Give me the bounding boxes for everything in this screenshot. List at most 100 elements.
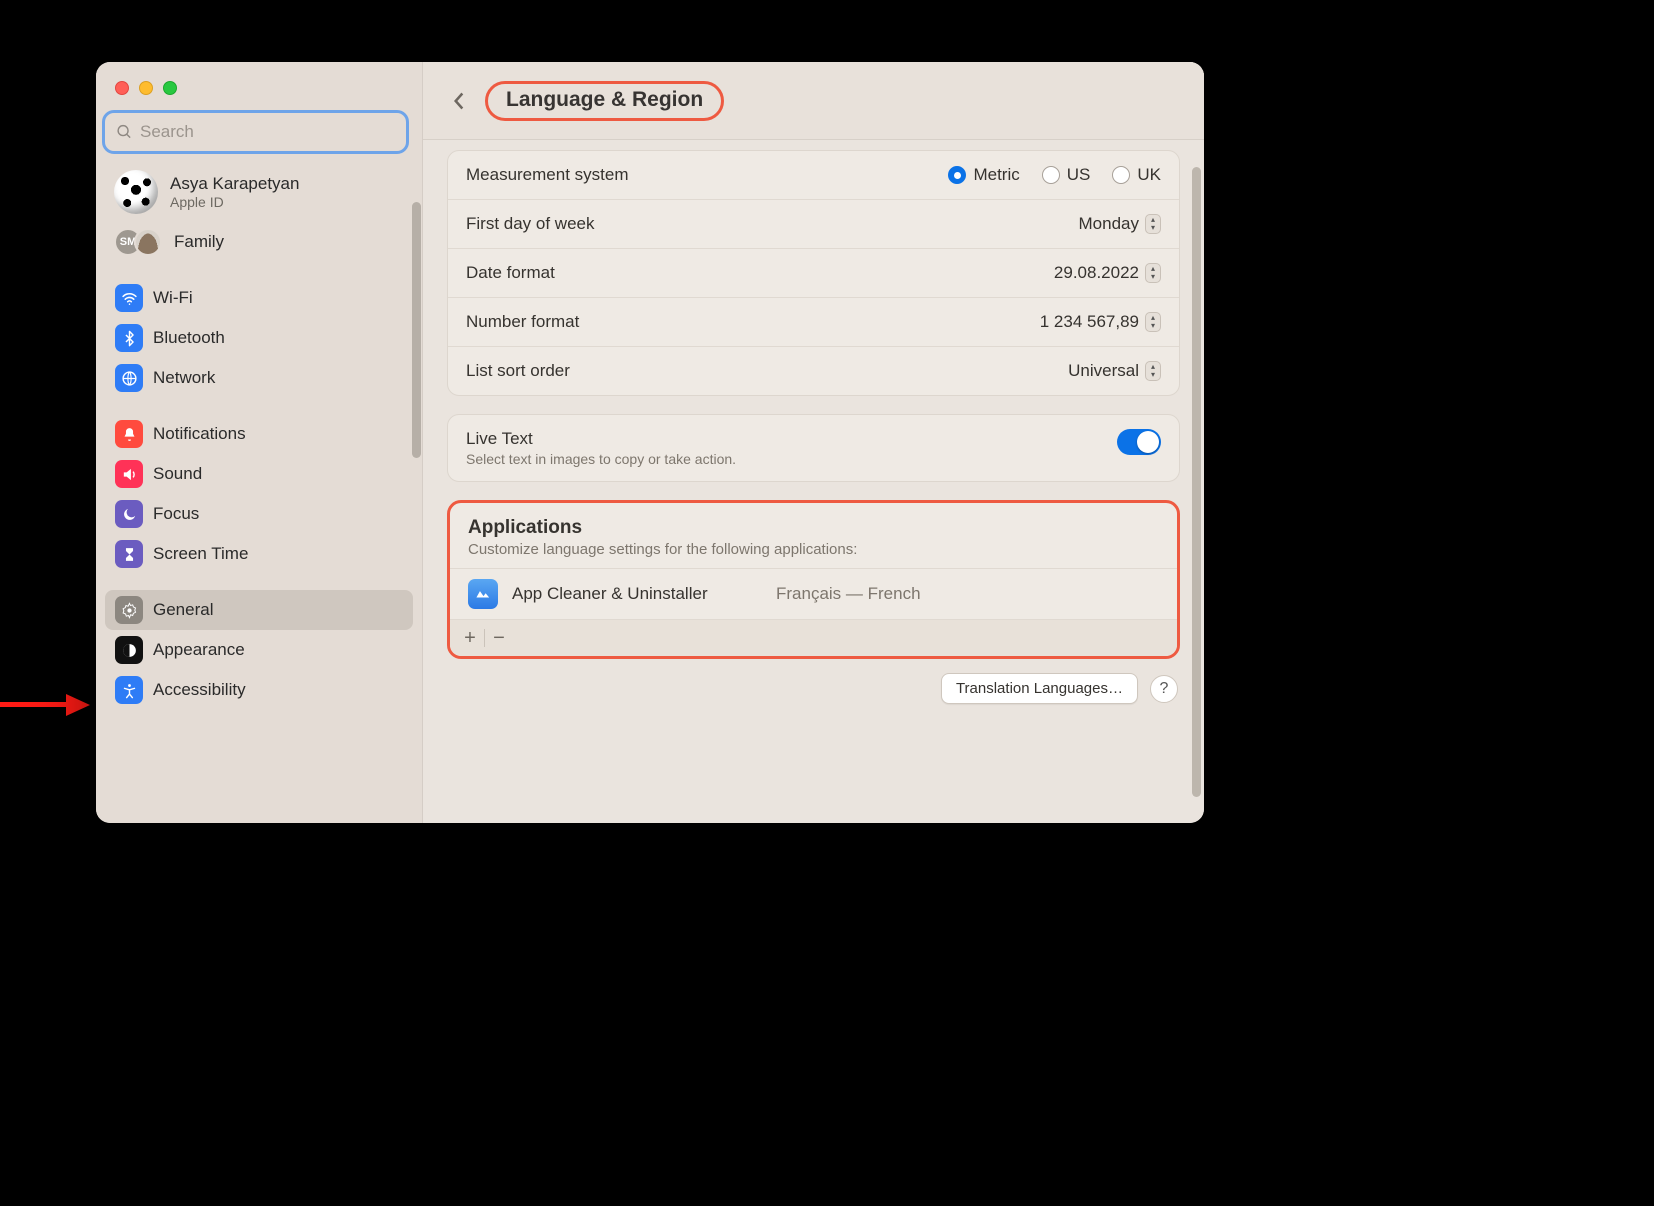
stepper-icon: ▴▾ <box>1145 263 1161 283</box>
radio-icon <box>1112 166 1130 184</box>
sidebar-item-label: Screen Time <box>153 544 248 564</box>
sidebar-account[interactable]: Asya Karapetyan Apple ID <box>96 162 422 222</box>
translation-languages-button[interactable]: Translation Languages… <box>941 673 1138 704</box>
app-icon <box>468 579 498 609</box>
radio-label: UK <box>1137 165 1161 185</box>
number-format-select[interactable]: 1 234 567,89 ▴▾ <box>1040 312 1161 332</box>
sidebar-item-general[interactable]: General <box>105 590 413 630</box>
speaker-icon <box>115 460 143 488</box>
bell-icon <box>115 420 143 448</box>
sidebar-family[interactable]: SM Family <box>96 222 422 268</box>
back-button[interactable] <box>443 85 475 117</box>
account-name: Asya Karapetyan <box>170 174 299 194</box>
sidebar-item-notifications[interactable]: Notifications <box>105 414 413 454</box>
window-traffic-lights <box>96 62 422 95</box>
sidebar-item-label: Focus <box>153 504 199 524</box>
settings-panel-formats: Measurement system Metric US UK <box>447 150 1180 396</box>
application-row[interactable]: App Cleaner & Uninstaller Français — Fre… <box>450 568 1177 619</box>
select-value: 29.08.2022 <box>1054 263 1139 283</box>
content: Measurement system Metric US UK <box>423 140 1204 823</box>
annotation-arrow <box>0 694 92 714</box>
row-label: Number format <box>466 312 1040 332</box>
sidebar-item-label: Notifications <box>153 424 246 444</box>
applications-toolbar: + − <box>450 619 1177 656</box>
footer: Translation Languages… ? <box>447 673 1180 704</box>
row-label: Live Text <box>466 429 1117 449</box>
row-label: First day of week <box>466 214 1079 234</box>
select-value: Universal <box>1068 361 1139 381</box>
sidebar-item-accessibility[interactable]: Accessibility <box>105 670 413 710</box>
sidebar-item-label: Network <box>153 368 215 388</box>
search-field-wrap <box>106 114 405 150</box>
applications-title: Applications <box>468 517 1159 539</box>
live-text-toggle[interactable] <box>1117 429 1161 455</box>
row-label: Date format <box>466 263 1054 283</box>
chevron-left-icon <box>452 91 466 111</box>
family-avatars: SM <box>114 228 162 256</box>
list-sort-select[interactable]: Universal ▴▾ <box>1068 361 1161 381</box>
row-label: Measurement system <box>466 165 948 185</box>
sidebar-item-wifi[interactable]: Wi-Fi <box>105 278 413 318</box>
sidebar-item-network[interactable]: Network <box>105 358 413 398</box>
help-button[interactable]: ? <box>1150 675 1178 703</box>
row-number-format: Number format 1 234 567,89 ▴▾ <box>448 298 1179 347</box>
hourglass-icon <box>115 540 143 568</box>
search-input[interactable] <box>106 114 405 150</box>
app-language: Français — French <box>776 584 921 604</box>
minimize-icon[interactable] <box>139 81 153 95</box>
sidebar: Asya Karapetyan Apple ID SM Family Wi-Fi… <box>96 62 423 823</box>
stepper-icon: ▴▾ <box>1145 214 1161 234</box>
family-badge-photo <box>134 228 162 256</box>
stepper-icon: ▴▾ <box>1145 312 1161 332</box>
close-icon[interactable] <box>115 81 129 95</box>
radio-us[interactable]: US <box>1042 165 1091 185</box>
title-highlight: Language & Region <box>485 81 724 121</box>
select-value: Monday <box>1079 214 1139 234</box>
stepper-icon: ▴▾ <box>1145 361 1161 381</box>
row-date-format: Date format 29.08.2022 ▴▾ <box>448 249 1179 298</box>
sidebar-list: Wi-Fi Bluetooth Network Notifications <box>96 268 422 714</box>
app-name: App Cleaner & Uninstaller <box>512 584 762 604</box>
wifi-icon <box>115 284 143 312</box>
radio-icon <box>1042 166 1060 184</box>
globe-icon <box>115 364 143 392</box>
main-scrollbar[interactable] <box>1192 142 1201 817</box>
sidebar-item-focus[interactable]: Focus <box>105 494 413 534</box>
date-format-select[interactable]: 29.08.2022 ▴▾ <box>1054 263 1161 283</box>
row-label: List sort order <box>466 361 1068 381</box>
radio-icon <box>948 166 966 184</box>
radio-label: US <box>1067 165 1091 185</box>
settings-window: Asya Karapetyan Apple ID SM Family Wi-Fi… <box>96 62 1204 823</box>
page-title: Language & Region <box>506 88 703 112</box>
gear-icon <box>115 596 143 624</box>
bluetooth-icon <box>115 324 143 352</box>
radio-uk[interactable]: UK <box>1112 165 1161 185</box>
sidebar-item-label: Appearance <box>153 640 245 660</box>
family-label: Family <box>174 232 224 252</box>
measurement-radios: Metric US UK <box>948 165 1161 185</box>
sidebar-item-label: Wi-Fi <box>153 288 193 308</box>
sidebar-item-screentime[interactable]: Screen Time <box>105 534 413 574</box>
sidebar-item-appearance[interactable]: Appearance <box>105 630 413 670</box>
row-first-day: First day of week Monday ▴▾ <box>448 200 1179 249</box>
row-list-sort: List sort order Universal ▴▾ <box>448 347 1179 395</box>
remove-application-button[interactable]: − <box>485 624 513 652</box>
radio-metric[interactable]: Metric <box>948 165 1019 185</box>
sidebar-item-sound[interactable]: Sound <box>105 454 413 494</box>
accessibility-icon <box>115 676 143 704</box>
sidebar-scrollbar[interactable] <box>412 202 421 458</box>
settings-panel-livetext: Live Text Select text in images to copy … <box>447 414 1180 482</box>
row-sub: Select text in images to copy or take ac… <box>466 451 1117 467</box>
sidebar-item-bluetooth[interactable]: Bluetooth <box>105 318 413 358</box>
applications-sub: Customize language settings for the foll… <box>468 541 1159 558</box>
first-day-select[interactable]: Monday ▴▾ <box>1079 214 1161 234</box>
select-value: 1 234 567,89 <box>1040 312 1139 332</box>
sidebar-item-label: General <box>153 600 213 620</box>
add-application-button[interactable]: + <box>456 624 484 652</box>
avatar <box>114 170 158 214</box>
zoom-icon[interactable] <box>163 81 177 95</box>
appearance-icon <box>115 636 143 664</box>
row-measurement: Measurement system Metric US UK <box>448 151 1179 200</box>
header: Language & Region <box>423 62 1204 140</box>
radio-label: Metric <box>973 165 1019 185</box>
